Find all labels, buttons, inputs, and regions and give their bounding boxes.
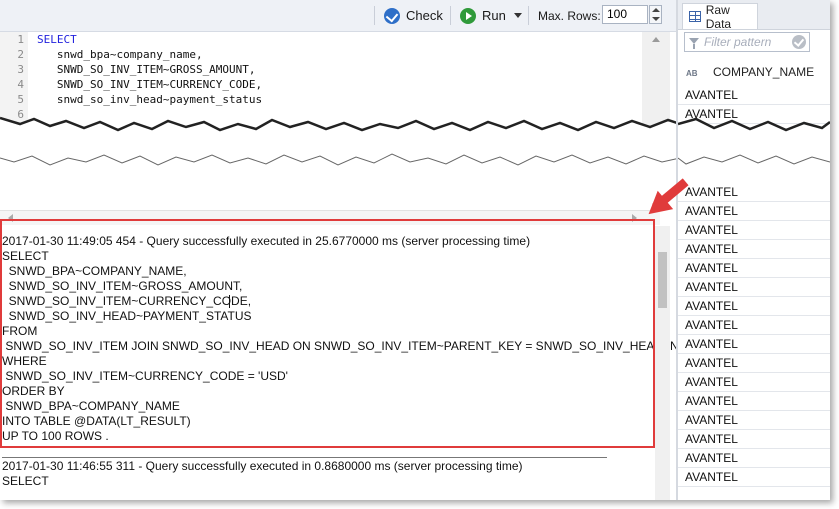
table-cell[interactable]: AVANTEL [678,86,830,105]
line-number: 2 [17,48,24,61]
table-cell[interactable]: AVANTEL [678,373,830,392]
log-line: 2017-01-30 11:46:55 311 - Query successf… [2,459,523,473]
table-cell[interactable]: AVANTEL [678,430,830,449]
table-cell[interactable]: AVANTEL [678,468,830,487]
console-vertical-scrollbar[interactable] [655,226,670,500]
check-button-label: Check [406,8,443,23]
tab-label: Raw Data [705,2,732,31]
toolbar-separator [528,6,529,25]
code-text: SELECT [37,33,77,46]
table-grid-icon [689,11,701,22]
table-cell[interactable]: AVANTEL [678,221,830,240]
filter-pattern-input[interactable]: Filter pattern [684,32,810,52]
table-cell[interactable]: AVANTEL [678,392,830,411]
run-button[interactable]: Run [460,5,506,26]
column-header-label: COMPANY_NAME [713,65,815,79]
highlight-annotation-box [0,219,655,448]
table-cell[interactable]: AVANTEL [678,202,830,221]
apply-filter-icon[interactable] [792,35,806,49]
log-entry-divider [2,457,607,458]
check-icon [384,7,400,24]
code-text: snwd_so_inv_head~payment_status [37,93,263,106]
table-cell[interactable]: AVANTEL [678,240,830,259]
result-tab-bar: Raw Data [678,0,830,31]
line-number: 5 [17,93,24,106]
code-text: SNWD_SO_INV_ITEM~GROSS_AMOUNT, [37,63,256,76]
spin-up-icon[interactable] [652,8,660,12]
scrollbar-thumb[interactable] [658,252,667,308]
line-number: 1 [17,33,24,46]
max-rows-input[interactable]: 100 [602,5,648,24]
tab-raw-data[interactable]: Raw Data [682,2,758,31]
run-button-label: Run [482,8,506,23]
table-cell[interactable]: AVANTEL [678,449,830,468]
code-text: snwd_bpa~company_name, [37,48,203,61]
max-rows-spinner[interactable] [649,5,662,24]
line-number: 4 [17,78,24,91]
table-cell[interactable]: AVANTEL [678,411,830,430]
log-line: SELECT [2,474,49,488]
table-cell[interactable]: AVANTEL [678,278,830,297]
screenshot-frame: Check Run Max. Rows: 100 1 SELECT 2 snwd… [0,0,830,500]
table-cell[interactable]: AVANTEL [678,297,830,316]
scroll-up-icon[interactable] [652,37,660,42]
editor-toolbar: Check Run Max. Rows: 100 [0,0,676,32]
run-dropdown-icon[interactable] [514,13,522,18]
table-cell[interactable]: AVANTEL [678,316,830,335]
toolbar-separator [450,6,451,25]
text-type-icon: AB [686,69,698,78]
table-cell[interactable]: AVANTEL [678,183,830,202]
table-cell[interactable]: AVANTEL [678,354,830,373]
torn-edge [0,116,680,166]
filter-icon [689,38,699,49]
toolbar-separator [374,6,375,25]
max-rows-label: Max. Rows: [538,8,601,23]
run-icon [460,7,476,24]
filter-placeholder: Filter pattern [704,35,772,49]
line-number: 3 [17,63,24,76]
torn-edge [678,117,830,165]
column-header-company-name[interactable]: AB COMPANY_NAME [678,60,830,87]
spin-down-icon[interactable] [652,17,660,21]
check-button[interactable]: Check [384,5,443,26]
code-text: SNWD_SO_INV_ITEM~CURRENCY_CODE, [37,78,263,91]
table-cell[interactable]: AVANTEL [678,335,830,354]
table-cell[interactable]: AVANTEL [678,259,830,278]
